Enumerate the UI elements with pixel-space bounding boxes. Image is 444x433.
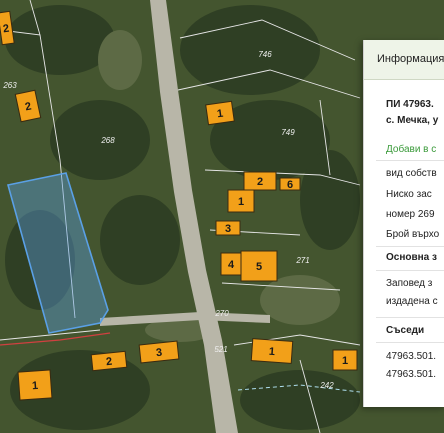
issued-row: издадена с xyxy=(386,296,438,307)
building-density: Ниско зас xyxy=(386,189,432,200)
tree-cluster xyxy=(300,150,360,250)
building-label: 1 xyxy=(342,355,348,367)
parcel-number: 521 xyxy=(214,345,227,354)
tree-cluster xyxy=(240,370,360,430)
building-label: 1 xyxy=(268,346,275,358)
parcel-number: 271 xyxy=(295,256,309,265)
building: 1 xyxy=(205,100,235,126)
building: 4 xyxy=(220,252,242,276)
building-label: 6 xyxy=(287,179,293,191)
building: 1 xyxy=(17,369,53,401)
panel-title-line2: с. Мечка, у xyxy=(386,115,439,126)
clearing xyxy=(98,30,142,90)
building: 1 xyxy=(250,338,294,364)
building-label: 1 xyxy=(32,380,39,392)
property-type: вид собств xyxy=(386,168,437,179)
point-count: Брой върхо xyxy=(386,229,440,240)
neighbors-title: Съседи xyxy=(386,325,425,336)
building: 1 xyxy=(227,189,255,213)
parcel-number: 268 xyxy=(100,136,115,145)
divider xyxy=(376,246,444,247)
clearing xyxy=(260,275,340,325)
building-label: 2 xyxy=(105,356,112,369)
divider xyxy=(376,342,444,343)
building: 6 xyxy=(279,177,301,191)
building-label: 1 xyxy=(238,196,244,208)
order-row: Заповед з xyxy=(386,278,433,289)
building: 1 xyxy=(332,349,358,371)
divider xyxy=(376,317,444,318)
building-label: 3 xyxy=(155,347,162,360)
building: 5 xyxy=(240,250,278,282)
parcel-number: 263 xyxy=(2,81,17,90)
section-main-title: Основна з xyxy=(386,252,437,263)
divider xyxy=(376,270,444,271)
parcel-number: 270 xyxy=(214,309,229,318)
building: 3 xyxy=(215,220,241,236)
parcel-number: 242 xyxy=(319,381,334,390)
panel-title-line1: ПИ 47963. xyxy=(386,99,434,110)
building: 2 xyxy=(90,350,128,372)
building: 3 xyxy=(138,340,180,364)
add-link[interactable]: Добави в с xyxy=(386,144,436,155)
building-label: 2 xyxy=(257,176,263,188)
parcel-number: 746 xyxy=(258,50,272,59)
tree-cluster xyxy=(100,195,180,285)
tree-cluster xyxy=(50,100,150,180)
neighbor-item[interactable]: 47963.501. xyxy=(386,369,436,380)
info-panel: Информация ПИ 47963. с. Мечка, у Добави … xyxy=(363,40,444,407)
old-number: номер 269 xyxy=(386,209,435,220)
tree-cluster xyxy=(180,5,320,95)
building-label: 4 xyxy=(228,259,235,271)
neighbor-item[interactable]: 47963.501. xyxy=(386,351,436,362)
building-label: 5 xyxy=(256,261,262,273)
building-label: 3 xyxy=(225,223,231,235)
tab-info[interactable]: Информация xyxy=(364,40,444,80)
building: 2 xyxy=(243,171,277,191)
divider xyxy=(376,160,444,161)
parcel-number: 749 xyxy=(281,128,295,137)
